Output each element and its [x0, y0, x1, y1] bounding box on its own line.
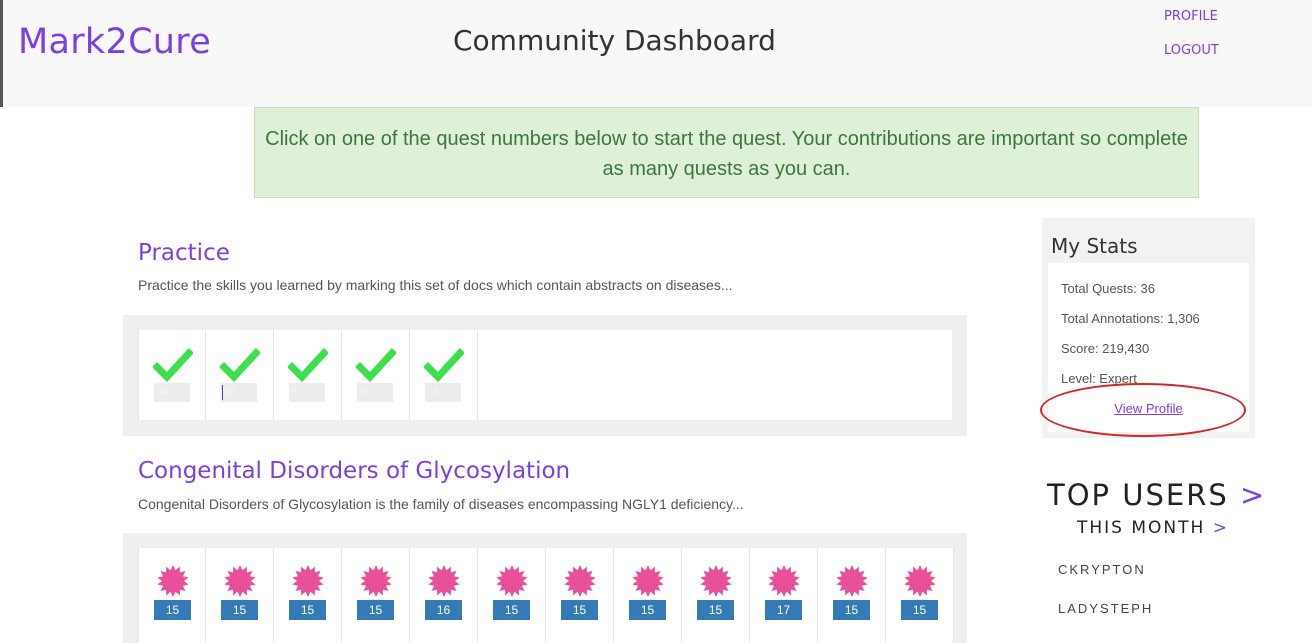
starburst-icon — [428, 565, 460, 597]
stat-score: Score: 219,430 — [1061, 341, 1150, 356]
check-icon — [220, 348, 260, 383]
quest-doc-count: 15 — [357, 600, 394, 620]
starburst-icon — [904, 565, 936, 597]
my-stats-title: My Stats — [1051, 234, 1138, 258]
top-users-arrow-icon[interactable]: > — [1240, 478, 1266, 512]
glycosylation-quest-tile[interactable]: 15 — [138, 548, 206, 643]
quest-doc-count: 54 — [154, 383, 190, 402]
glycosylation-title-link[interactable]: Congenital Disorders of Glycosylation — [138, 458, 570, 484]
practice-quest-tile[interactable]: 57 — [274, 330, 342, 420]
glycosylation-quest-tile[interactable]: 15 — [342, 548, 410, 643]
starburst-icon — [632, 565, 664, 597]
quest-doc-count: 15 — [697, 600, 734, 620]
this-month-arrow-icon[interactable]: > — [1213, 518, 1229, 538]
glycosylation-quest-tile[interactable]: 15 — [818, 548, 886, 643]
starburst-icon — [292, 565, 324, 597]
top-user-item[interactable]: CKRYPTON — [1058, 562, 1146, 577]
quest-doc-count: 16 — [425, 600, 462, 620]
top-user-item[interactable]: LADYSTEPH — [1058, 601, 1153, 616]
instructions-alert: Click on one of the quest numbers below … — [254, 107, 1199, 198]
glycosylation-description: Congenital Disorders of Glycosylation is… — [138, 496, 744, 512]
this-month-label: THIS MONTH — [1077, 518, 1206, 538]
quest-doc-count: 15 — [833, 600, 870, 620]
starburst-icon — [360, 565, 392, 597]
quest-doc-count: 61 — [357, 383, 393, 402]
quest-doc-count: 15 — [561, 600, 598, 620]
profile-link[interactable]: PROFILE — [1164, 9, 1218, 24]
glycosylation-quest-tile[interactable]: 17 — [750, 548, 818, 643]
text-cursor — [222, 385, 223, 400]
glycosylation-quest-tile[interactable]: 15 — [546, 548, 614, 643]
quest-doc-count: 57 — [289, 383, 325, 402]
practice-quest-tile[interactable]: 61 — [342, 330, 410, 420]
window-edge — [0, 0, 3, 107]
check-icon — [424, 348, 464, 383]
stat-total-quests: Total Quests: 36 — [1061, 281, 1155, 296]
starburst-icon — [768, 565, 800, 597]
top-users-heading[interactable]: TOP USERS > — [1047, 478, 1266, 512]
glycosylation-quest-tile[interactable]: 15 — [886, 548, 954, 643]
practice-description: Practice the skills you learned by marki… — [138, 277, 733, 293]
top-users-title: TOP USERS — [1047, 478, 1229, 512]
starburst-icon — [224, 565, 256, 597]
check-icon — [153, 348, 193, 383]
page-title: Community Dashboard — [453, 24, 776, 57]
starburst-icon — [157, 565, 189, 597]
quest-doc-count: 15 — [221, 600, 258, 620]
quest-doc-count: 15 — [629, 600, 666, 620]
glycosylation-quest-tile[interactable]: 16 — [410, 548, 478, 643]
quest-doc-count: 19 — [425, 383, 461, 402]
practice-quest-panel: 54 52 57 61 19 — [123, 315, 967, 436]
glycosylation-quest-tile[interactable]: 15 — [682, 548, 750, 643]
quest-doc-count: 15 — [289, 600, 326, 620]
starburst-icon — [564, 565, 596, 597]
annotation-highlight-ring — [1040, 383, 1246, 437]
quest-doc-count: 17 — [765, 600, 802, 620]
practice-quest-tile[interactable]: 19 — [410, 330, 478, 420]
quest-row-empty-space — [478, 330, 952, 420]
glycosylation-quest-row: 15 15 15 15 16 15 15 15 15 17 15 15 — [138, 548, 954, 643]
glycosylation-quest-panel: 15 15 15 15 16 15 15 15 15 17 15 15 — [123, 533, 967, 643]
starburst-icon — [700, 565, 732, 597]
practice-quest-row: 54 52 57 61 19 — [138, 330, 952, 420]
quest-doc-count: 15 — [901, 600, 938, 620]
quest-doc-count: 52 — [221, 383, 257, 402]
starburst-icon — [496, 565, 528, 597]
stat-total-annotations: Total Annotations: 1,306 — [1061, 311, 1200, 326]
glycosylation-quest-tile[interactable]: 15 — [274, 548, 342, 643]
practice-quest-tile[interactable]: 52 — [206, 330, 274, 420]
check-icon — [288, 348, 328, 383]
top-navbar: Mark2Cure Community Dashboard PROFILE LO… — [0, 0, 1312, 107]
brand-logo-link[interactable]: Mark2Cure — [18, 22, 211, 62]
logout-link[interactable]: LOGOUT — [1164, 43, 1219, 58]
practice-quest-tile[interactable]: 54 — [138, 330, 206, 420]
quest-doc-count: 15 — [154, 600, 191, 620]
glycosylation-quest-tile[interactable]: 15 — [614, 548, 682, 643]
practice-title-link[interactable]: Practice — [138, 240, 230, 266]
this-month-heading[interactable]: THIS MONTH > — [1077, 518, 1229, 538]
quest-doc-count: 15 — [493, 600, 530, 620]
glycosylation-quest-tile[interactable]: 15 — [478, 548, 546, 643]
check-icon — [356, 348, 396, 383]
glycosylation-quest-tile[interactable]: 15 — [206, 548, 274, 643]
starburst-icon — [836, 565, 868, 597]
